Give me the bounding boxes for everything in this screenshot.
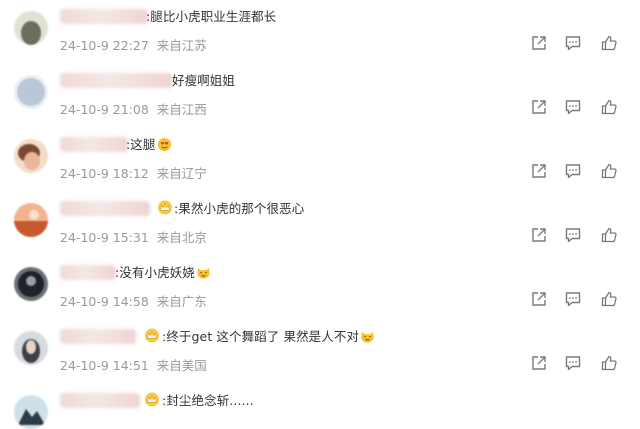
avatar[interactable] (14, 331, 48, 365)
comment-date: 24-10-9 18:12 (60, 166, 149, 181)
comment-actions (530, 162, 640, 180)
like-icon[interactable] (600, 354, 618, 372)
comment-meta: 24-10-9 18:12 来自辽宁 (60, 163, 207, 182)
comment-location: 来自江苏 (156, 38, 207, 53)
comment-text: 好瘦啊姐姐 (172, 73, 236, 88)
comment-actions (530, 34, 640, 52)
like-icon[interactable] (600, 162, 618, 180)
avatar[interactable] (14, 395, 48, 429)
cat-face-emoji (360, 329, 375, 344)
comment-date: 24-10-9 21:08 (60, 102, 149, 117)
comment-date: 24-10-9 15:31 (60, 230, 149, 245)
comment-actions (530, 290, 640, 308)
avatar[interactable] (14, 203, 48, 237)
heart-eyes-emoji (157, 137, 172, 152)
share-icon[interactable] (530, 162, 548, 180)
share-icon[interactable] (530, 290, 548, 308)
comment-item: :没有小虎妖娆 24-10-9 14:58 来自广东 (0, 256, 640, 320)
comment-item: 好瘦啊姐姐 24-10-9 21:08 来自江西 (0, 64, 640, 128)
comment-icon[interactable] (564, 226, 582, 244)
like-icon[interactable] (600, 98, 618, 116)
blurred-username[interactable] (60, 201, 150, 216)
comment-icon[interactable] (564, 354, 582, 372)
blurred-username[interactable] (60, 9, 148, 24)
comment-text-content: :没有小虎妖娆 (115, 265, 195, 280)
comment-date: 24-10-9 14:58 (60, 294, 149, 309)
comment-text-content: :这腿 (126, 137, 156, 152)
comment-date: 24-10-9 22:27 (60, 38, 149, 53)
like-icon[interactable] (600, 226, 618, 244)
comment-actions (530, 226, 640, 244)
comment-location: 来自美国 (156, 358, 207, 373)
comment-icon[interactable] (564, 98, 582, 116)
comment-location: 来自广东 (156, 294, 207, 309)
comment-text-content: :终于get 这个舞蹈了 果然是人不对 (162, 329, 360, 344)
comment-item: :果然小虎的那个很恶心 24-10-9 15:31 来自北京 (0, 192, 640, 256)
comment-item: :封尘绝念斩...... (0, 384, 640, 429)
share-icon[interactable] (530, 354, 548, 372)
comment-text: :终于get 这个舞蹈了 果然是人不对 (162, 328, 375, 345)
cat-face-emoji (196, 265, 211, 280)
share-icon[interactable] (530, 98, 548, 116)
comment-meta: 24-10-9 14:58 来自广东 (60, 291, 207, 310)
comment-icon[interactable] (564, 34, 582, 52)
like-icon[interactable] (600, 34, 618, 52)
avatar[interactable] (14, 75, 48, 109)
comment-actions (530, 98, 640, 116)
comment-item: :腿比小虎职业生涯都长 24-10-9 22:27 来自江苏 (0, 0, 640, 64)
avatar[interactable] (14, 11, 48, 45)
blurred-username[interactable] (60, 73, 172, 88)
comment-location: 来自辽宁 (156, 166, 207, 181)
blurred-username[interactable] (60, 265, 116, 280)
comment-icon[interactable] (564, 162, 582, 180)
crown-badge-icon (144, 327, 160, 343)
avatar[interactable] (14, 139, 48, 173)
comment-meta: 24-10-9 22:27 来自江苏 (60, 35, 207, 54)
comment-actions (530, 354, 640, 372)
comment-date: 24-10-9 14:51 (60, 358, 149, 373)
comment-text: :果然小虎的那个很恶心 (174, 201, 305, 216)
comment-text: :封尘绝念斩...... (162, 393, 254, 408)
crown-badge-icon (144, 391, 160, 407)
blurred-username[interactable] (60, 137, 128, 152)
comment-location: 来自江西 (156, 102, 207, 117)
comment-list: :腿比小虎职业生涯都长 24-10-9 22:27 来自江苏 好瘦啊姐姐 24-1… (0, 0, 640, 429)
share-icon[interactable] (530, 34, 548, 52)
blurred-username[interactable] (60, 393, 140, 408)
comment-text: :没有小虎妖娆 (115, 264, 211, 281)
comment-text: :腿比小虎职业生涯都长 (146, 9, 277, 24)
comment-meta: 24-10-9 15:31 来自北京 (60, 227, 207, 246)
comment-meta: 24-10-9 21:08 来自江西 (60, 99, 207, 118)
like-icon[interactable] (600, 290, 618, 308)
comment-icon[interactable] (564, 290, 582, 308)
comment-item: :终于get 这个舞蹈了 果然是人不对 24-10-9 14:51 来自美国 (0, 320, 640, 384)
avatar[interactable] (14, 267, 48, 301)
comment-text: :这腿 (126, 136, 172, 153)
comment-meta: 24-10-9 14:51 来自美国 (60, 355, 207, 374)
blurred-username[interactable] (60, 329, 136, 344)
crown-badge-icon (157, 199, 173, 215)
comment-item: :这腿 24-10-9 18:12 来自辽宁 (0, 128, 640, 192)
comment-location: 来自北京 (156, 230, 207, 245)
share-icon[interactable] (530, 226, 548, 244)
